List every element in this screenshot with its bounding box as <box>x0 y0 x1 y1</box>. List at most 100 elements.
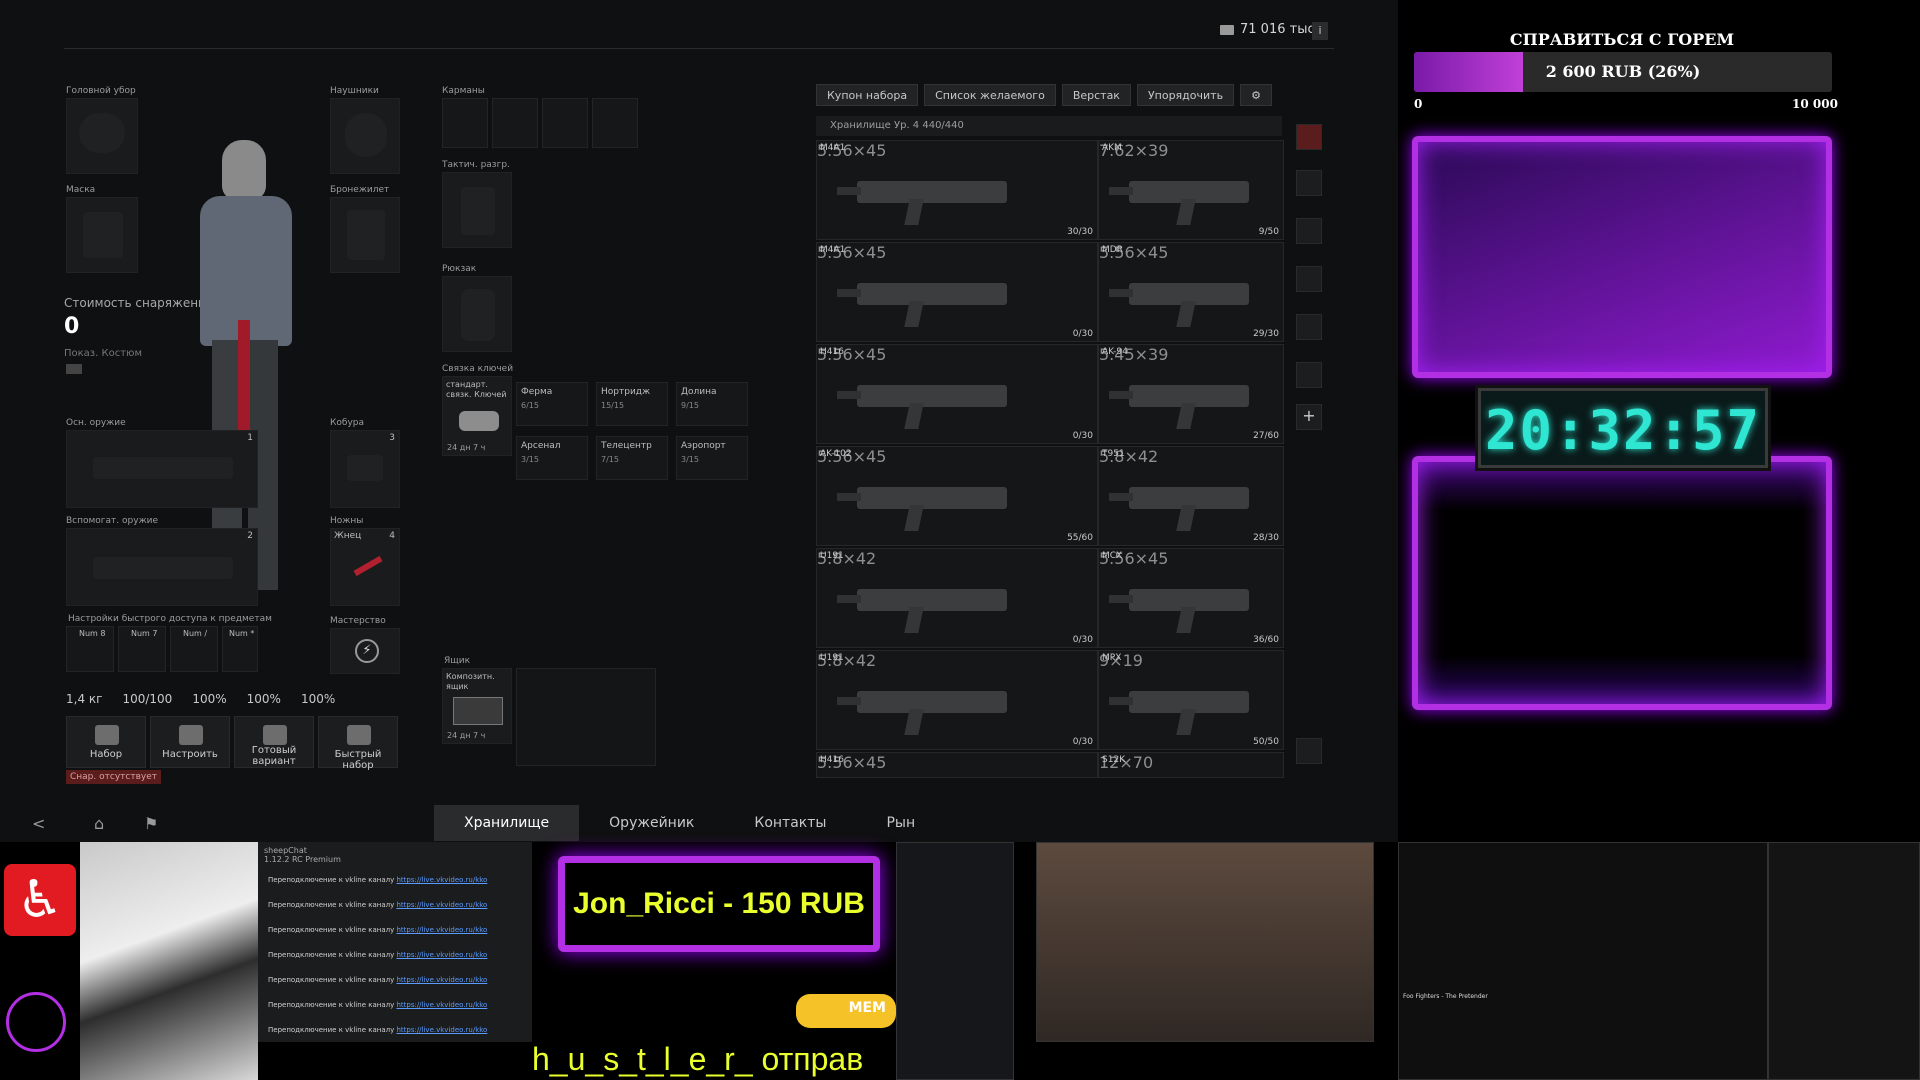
info-button[interactable]: i <box>1312 22 1328 40</box>
flag-icon[interactable]: ⚑ <box>144 814 158 833</box>
weapon-ammo-count: 28/30 <box>1253 533 1279 543</box>
goal-progress-bar: 2 600 RUB (26%) <box>1414 52 1832 92</box>
quickslot-key: Num * <box>229 629 255 638</box>
weapon-item[interactable]: AK-94 5.45×39 27/60 <box>1098 344 1284 444</box>
weapon-name: AK-102 <box>820 449 852 459</box>
coupon-button[interactable]: Купон набора <box>816 84 919 106</box>
key-location[interactable]: Ферма 6/15 <box>516 382 588 426</box>
pocket-slot[interactable] <box>592 98 638 148</box>
weapon-item[interactable]: MCX 5.56×45 36/60 <box>1098 548 1284 648</box>
key-location[interactable]: Аэропорт 3/15 <box>676 436 748 480</box>
quickslot[interactable]: Num / <box>170 626 218 672</box>
chat-link[interactable]: https://live.vkvideo.ru/kko <box>396 976 487 984</box>
workbench-button[interactable]: Верстак <box>1061 84 1131 106</box>
youtube-thumbnail: Foo Fighters - The Pretender <box>1398 842 1768 1080</box>
chat-link[interactable]: https://live.vkvideo.ru/kko <box>396 951 487 959</box>
loadout-button[interactable]: Набор <box>66 716 146 768</box>
costume-toggle[interactable] <box>66 364 82 374</box>
chat-link[interactable]: https://live.vkvideo.ru/kko <box>396 876 487 884</box>
tab-market[interactable]: Рын <box>856 805 945 841</box>
rifle-icon <box>1109 691 1249 713</box>
weapon-item[interactable]: AK-102 5.56×45 55/60 <box>816 446 1098 546</box>
mastery-slot[interactable]: ⚡ <box>330 628 400 674</box>
weapon-name: M4A1 <box>820 245 846 255</box>
weapon-caliber: 9×19 <box>1099 651 1143 670</box>
chat-message-text: Переподключение к vkline каналу <box>268 901 397 909</box>
mask-slot[interactable] <box>66 197 138 273</box>
filter-misc-icon[interactable] <box>1296 362 1322 388</box>
sort-button[interactable]: Упорядочить <box>1136 84 1235 106</box>
weapon-item[interactable]: MDR 5.56×45 29/30 <box>1098 242 1284 342</box>
key-location[interactable]: Долина 9/15 <box>676 382 748 426</box>
missing-gear-badge: Снар. отсутствует <box>66 770 161 784</box>
pocket-slot[interactable] <box>542 98 588 148</box>
weapon-item[interactable]: H416 5.56×45 0/30 <box>816 344 1098 444</box>
chat-link[interactable]: https://live.vkvideo.ru/kko <box>396 1001 487 1009</box>
keychain-slot[interactable]: стандарт. связк. Ключей 24 дн 7 ч <box>442 376 512 456</box>
chat-message: Переподключение к vkline каналу https://… <box>258 1018 532 1043</box>
tab-storage[interactable]: Хранилище <box>434 805 580 841</box>
secondary-weapon-slot[interactable]: 2 <box>66 528 258 606</box>
key-location[interactable]: Арсенал 3/15 <box>516 436 588 480</box>
key-location-name: Ферма <box>521 387 553 397</box>
wishlist-button[interactable]: Список желаемого <box>924 84 1056 106</box>
pocket-slot[interactable] <box>442 98 488 148</box>
chat-message-text: Переподключение к vkline каналу <box>268 876 397 884</box>
weapon-item[interactable]: M4A1 5.56×45 0/30 <box>816 242 1098 342</box>
tab-contacts[interactable]: Контакты <box>724 805 856 841</box>
filter-meds-icon[interactable] <box>1296 314 1322 340</box>
trash-icon[interactable] <box>1296 738 1322 764</box>
quickslot[interactable]: Num 7 <box>118 626 166 672</box>
key-location[interactable]: Нортридж 15/15 <box>596 382 668 426</box>
lightning-icon: ⚡ <box>355 639 379 663</box>
quick-loadout-button[interactable]: Быстрый набор <box>318 716 398 771</box>
top-divider <box>64 48 1334 49</box>
weapon-name: U191 <box>820 551 844 561</box>
customize-button[interactable]: Настроить <box>150 716 230 768</box>
filter-gear-icon[interactable] <box>1296 218 1322 244</box>
weapon-item[interactable]: MPX 9×19 50/50 <box>1098 650 1284 750</box>
weapon-item[interactable]: H416 5.56×45 <box>816 752 1098 778</box>
case-slot[interactable]: Композитн. ящик 24 дн 7 ч <box>442 668 512 744</box>
chat-link[interactable]: https://live.vkvideo.ru/kko <box>396 1026 487 1034</box>
chat-message: Переподключение к vkline каналу https://… <box>258 918 532 943</box>
weapon-item[interactable]: AKM 7.62×39 9/50 <box>1098 140 1284 240</box>
back-icon[interactable]: < <box>32 814 45 833</box>
chat-link[interactable]: https://live.vkvideo.ru/kko <box>396 901 487 909</box>
chat-link[interactable]: https://live.vkvideo.ru/kko <box>396 926 487 934</box>
rifle-icon <box>837 589 1007 611</box>
weapon-item[interactable]: U191 5.8×42 0/30 <box>816 548 1098 648</box>
quickslot[interactable]: Num 8 <box>66 626 114 672</box>
weapon-item[interactable]: T951 5.8×42 28/30 <box>1098 446 1284 546</box>
weapon-item[interactable]: U191 5.8×42 0/30 <box>816 650 1098 750</box>
gear-icon[interactable]: ⚙ <box>1240 84 1272 106</box>
filter-ammo-icon[interactable] <box>1296 266 1322 292</box>
headphones-slot[interactable] <box>330 98 400 174</box>
meme-badge: MEM <box>796 994 896 1028</box>
case-contents-grid[interactable] <box>516 668 656 766</box>
holster-slot[interactable]: 3 <box>330 430 400 508</box>
rifle-icon <box>837 691 1007 713</box>
weapon-item[interactable]: M4A1 5.56×45 30/30 <box>816 140 1098 240</box>
backpack-slot[interactable] <box>442 276 512 352</box>
weapon-ammo-count: 29/30 <box>1253 329 1279 339</box>
primary-weapon-slot[interactable]: 1 <box>66 430 258 508</box>
filter-weapons-icon[interactable] <box>1296 170 1322 196</box>
preset-button[interactable]: Готовый вариант <box>234 716 314 768</box>
add-filter-icon[interactable]: + <box>1296 404 1322 430</box>
quickslot-key: Num / <box>183 629 208 638</box>
pocket-slot[interactable] <box>492 98 538 148</box>
armor-slot[interactable] <box>330 197 400 273</box>
weapon-caliber: 5.56×45 <box>817 141 887 160</box>
weapon-item[interactable]: S12K 12×70 <box>1098 752 1284 778</box>
filter-all-icon[interactable] <box>1296 124 1322 150</box>
goal-amount: 2 600 RUB (26%) <box>1545 62 1701 81</box>
headwear-slot[interactable] <box>66 98 138 174</box>
rig-slot[interactable] <box>442 172 512 248</box>
key-location[interactable]: Телецентр 7/15 <box>596 436 668 480</box>
knife-slot[interactable]: Жнец 4 <box>330 528 400 606</box>
weapon-name: AKM <box>1102 143 1122 153</box>
tab-gunsmith[interactable]: Оружейник <box>579 805 724 841</box>
quickslot[interactable]: Num * <box>222 626 258 672</box>
home-icon[interactable]: ⌂ <box>94 814 104 833</box>
